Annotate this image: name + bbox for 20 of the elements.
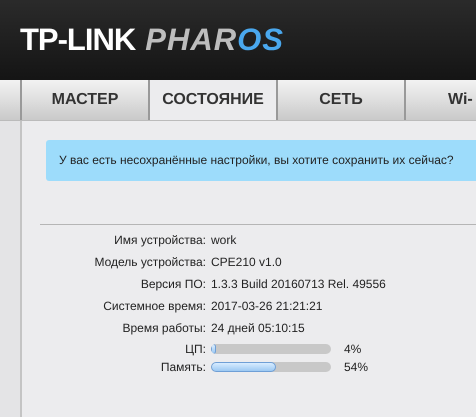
usage-reading: 54%	[343, 360, 370, 374]
unsaved-settings-notice: У вас есть несохранённые настройки, вы хотите сохранить их сейчас?	[46, 140, 476, 181]
info-label: Системное время:	[102, 299, 206, 313]
info-value: work	[211, 233, 238, 247]
meter-label: Память:	[160, 360, 206, 374]
info-label: Время работы:	[121, 321, 206, 335]
info-value: 24 дней 05:10:15	[211, 321, 306, 335]
info-label: Модель устройства:	[93, 255, 206, 269]
meter-label: ЦП:	[184, 342, 206, 356]
info-label: Версия ПО:	[140, 277, 206, 291]
info-value: 1.3.3 Build 20160713 Rel. 49556	[211, 277, 387, 291]
nav-tab[interactable]: Wi-	[406, 80, 476, 120]
info-value: CPE210 v1.0	[211, 255, 283, 269]
nav-tab[interactable]: СОСТОЯНИЕ	[150, 80, 278, 120]
product-name: PHAROS	[145, 22, 284, 58]
nav-tab[interactable]: СЕТЬ	[278, 80, 406, 120]
info-label: Имя устройства:	[113, 233, 206, 247]
brand-logo: TP-LINK	[20, 22, 136, 58]
usage-reading: 4%	[343, 342, 362, 356]
info-value: 2017-03-26 21:21:21	[211, 299, 324, 313]
